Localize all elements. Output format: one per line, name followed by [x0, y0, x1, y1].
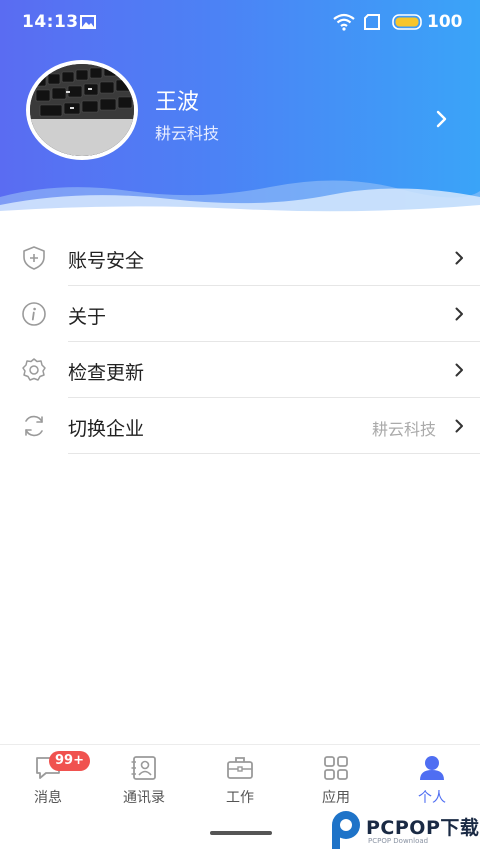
- pcpop-logo-icon: [332, 811, 360, 849]
- divider: [68, 453, 480, 454]
- chevron-right-icon: [455, 307, 463, 321]
- tab-apps[interactable]: 应用: [288, 745, 384, 815]
- chevron-right-icon[interactable]: [436, 110, 448, 128]
- tab-label: 应用: [322, 790, 350, 806]
- menu-label: 切换企业: [68, 418, 145, 440]
- home-indicator[interactable]: [210, 831, 272, 835]
- refresh-icon: [25, 415, 43, 437]
- settings-menu: 账号安全 关于 检查更新 切换企业 耕云科技: [0, 230, 480, 454]
- status-time: 14:13: [22, 12, 79, 32]
- keyboard-photo: [30, 64, 134, 156]
- person-icon: [420, 756, 444, 780]
- contacts-icon: [131, 756, 156, 780]
- watermark-text: PCPOP下载: [366, 817, 480, 839]
- sim-card-icon: [364, 14, 380, 30]
- watermark: PCPOP下载 PCPOP Download: [330, 807, 480, 853]
- apps-grid-icon: [324, 756, 348, 780]
- status-bar: 14:13 100: [0, 0, 480, 44]
- menu-label: 检查更新: [68, 362, 145, 384]
- current-company-value: 耕云科技: [371, 420, 436, 439]
- battery-icon: [392, 14, 422, 30]
- tab-label: 消息: [34, 790, 62, 806]
- bottom-tab-bar: 99+ 消息 通讯录 工作 应用 个人: [0, 744, 480, 814]
- briefcase-icon: [227, 757, 253, 779]
- menu-item-about[interactable]: 关于: [0, 286, 480, 342]
- battery-level: 100: [427, 12, 463, 32]
- chevron-right-icon: [455, 363, 463, 377]
- profile-card[interactable]: 王波 耕云科技: [0, 58, 480, 163]
- menu-item-switch-company[interactable]: 切换企业 耕云科技: [0, 398, 480, 454]
- menu-label: 账号安全: [68, 250, 145, 272]
- info-icon: [22, 302, 46, 326]
- wave-decoration: [0, 180, 480, 215]
- menu-label: 关于: [68, 306, 107, 328]
- chevron-right-icon: [455, 251, 463, 265]
- menu-item-check-update[interactable]: 检查更新: [0, 342, 480, 398]
- profile-header: 14:13 100 王波 耕云科技: [0, 0, 480, 215]
- gear-icon: [22, 358, 46, 381]
- tab-label: 工作: [226, 790, 254, 806]
- watermark-subtext: PCPOP Download: [368, 837, 429, 845]
- tab-work[interactable]: 工作: [192, 745, 288, 815]
- unread-badge: 99+: [49, 751, 90, 771]
- chevron-right-icon: [455, 419, 463, 433]
- wifi-icon: [333, 13, 355, 31]
- tab-messages[interactable]: 99+ 消息: [0, 745, 96, 815]
- tab-contacts[interactable]: 通讯录: [96, 745, 192, 815]
- user-name: 王波: [155, 90, 200, 115]
- shield-plus-icon: [23, 246, 45, 270]
- tab-label: 个人: [418, 790, 446, 806]
- tab-personal[interactable]: 个人: [384, 745, 480, 815]
- user-company: 耕云科技: [155, 124, 220, 143]
- tab-label: 通讯录: [123, 790, 165, 806]
- image-notification-icon: [80, 15, 96, 29]
- menu-item-account-security[interactable]: 账号安全: [0, 230, 480, 286]
- avatar[interactable]: [26, 60, 138, 160]
